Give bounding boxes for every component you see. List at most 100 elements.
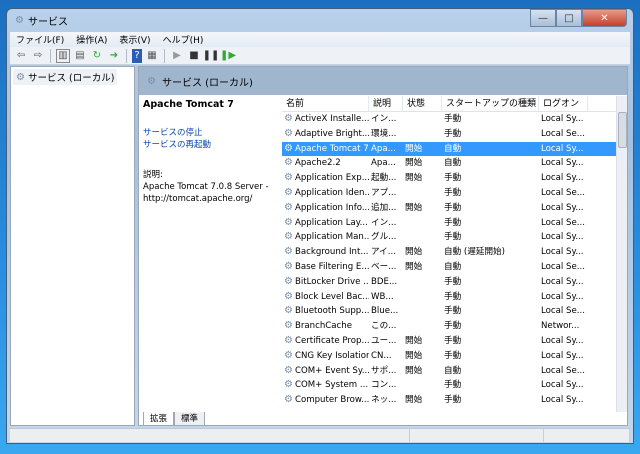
forward-icon[interactable]: ⇨ xyxy=(31,49,45,63)
table-row[interactable]: ⚙ BranchCache この... 手動 Networ... xyxy=(282,319,617,334)
table-row[interactable]: ⚙ Base Filtering E... ベー... 開始 自動 Local Se... xyxy=(282,260,617,275)
table-row[interactable]: ⚙ Background Int... アイ... 開始 自動 (遅延開始) Local … xyxy=(282,245,617,260)
restart-icon[interactable]: ❚▶ xyxy=(220,49,236,63)
tree-item-services-local[interactable]: ⚙ サービス (ローカル) xyxy=(13,69,118,85)
service-description: Apa... xyxy=(371,158,396,169)
column-status[interactable]: 状態 xyxy=(403,96,442,111)
table-row[interactable]: ⚙ Apache2.2 Apa... 開始 自動 Local Sy... xyxy=(282,156,617,171)
service-startup-type: 自動 xyxy=(444,143,462,154)
restart-service-link[interactable]: サービスの再起動 xyxy=(143,139,281,151)
stop-service-link[interactable]: サービスの停止 xyxy=(143,127,281,139)
service-logon: Networ... xyxy=(541,321,580,332)
table-row[interactable]: ⚙ Certificate Prop... ユー... 開始 手動 Local Sy... xyxy=(282,334,617,349)
service-startup-type: 手動 xyxy=(444,187,462,198)
service-description: サポ... xyxy=(371,365,397,376)
refresh-icon[interactable]: ↻ xyxy=(90,49,104,63)
stop-icon[interactable]: ■ xyxy=(187,49,201,63)
service-gear-icon: ⚙ xyxy=(284,275,293,287)
service-startup-type: 手動 xyxy=(444,291,462,302)
menu-help[interactable]: ヘルプ(H) xyxy=(163,33,204,46)
pane-header: ⚙ サービス (ローカル) xyxy=(139,67,627,95)
column-startup-type[interactable]: スタートアップの種類 xyxy=(442,96,539,111)
export-icon[interactable]: ➔ xyxy=(107,49,121,63)
service-status xyxy=(403,304,442,319)
service-logon: Local Sy... xyxy=(541,291,584,302)
vertical-scrollbar[interactable] xyxy=(616,96,627,412)
service-name: ⚙ Adaptive Bright... xyxy=(282,127,369,142)
service-status xyxy=(403,378,442,393)
menu-view[interactable]: 表示(V) xyxy=(119,33,150,46)
service-name-text: Application Exp... xyxy=(294,173,369,184)
service-status: 開始 xyxy=(405,395,423,406)
service-name: ⚙ Application Man... xyxy=(282,230,369,245)
table-row[interactable]: ⚙ Application Man... グル... 手動 Local Sy... xyxy=(282,230,617,245)
service-startup-type: 手動 xyxy=(444,395,462,406)
service-logon: Local Sy... xyxy=(541,276,584,287)
service-description: アプ... xyxy=(371,187,397,198)
show-hide-tree-icon[interactable]: ▥ xyxy=(56,48,70,63)
menu-bar: ファイル(F) 操作(A) 表示(V) ヘルプ(H) xyxy=(10,32,630,47)
menu-file[interactable]: ファイル(F) xyxy=(16,33,64,46)
status-bar xyxy=(10,428,630,442)
service-gear-icon: ⚙ xyxy=(284,246,293,258)
service-status: 開始 xyxy=(405,247,423,258)
table-row[interactable]: ⚙ Computer Brow... ネッ... 開始 手動 Local Sy... xyxy=(282,393,617,408)
service-name: ⚙ Apache Tomcat 7 xyxy=(282,142,369,157)
table-row[interactable]: ⚙ COM+ Event Sy... サポ... 開始 自動 Local Se... xyxy=(282,364,617,379)
minimize-button[interactable]: — xyxy=(530,9,556,27)
table-row[interactable]: ⚙ Application Iden... アプ... 手動 Local Se... xyxy=(282,186,617,201)
service-status: 開始 xyxy=(405,202,423,213)
service-name-text: COM+ System ... xyxy=(294,380,369,391)
service-description: 環境... xyxy=(371,128,397,139)
service-status xyxy=(403,186,442,201)
menu-action[interactable]: 操作(A) xyxy=(76,33,107,46)
console-icon[interactable]: ▦ xyxy=(145,49,159,63)
service-name-text: Application Iden... xyxy=(294,187,369,198)
service-name: ⚙ COM+ Event Sy... xyxy=(282,364,369,379)
column-logon[interactable]: ログオン xyxy=(539,96,588,111)
tab-standard[interactable]: 標準 xyxy=(174,412,206,426)
service-startup-type: 手動 xyxy=(444,232,462,243)
back-icon[interactable]: ⇦ xyxy=(14,49,28,63)
maximize-button[interactable]: □ xyxy=(556,9,582,27)
column-description[interactable]: 説明 xyxy=(369,96,403,111)
service-description: ネッ... xyxy=(371,395,397,406)
service-name: ⚙ COM+ System ... xyxy=(282,378,369,393)
scroll-thumb[interactable] xyxy=(618,112,627,148)
pause-icon[interactable]: ❚❚ xyxy=(203,49,220,63)
service-name: ⚙ Application Exp... xyxy=(282,171,369,186)
table-row[interactable]: ⚙ ActiveX Installe... イン... 手動 Local Sy... xyxy=(282,112,617,127)
table-row[interactable]: ⚙ Adaptive Bright... 環境... 手動 Local Se... xyxy=(282,127,617,142)
table-row[interactable]: ⚙ Bluetooth Supp... Blue... 手動 Local Se... xyxy=(282,304,617,319)
service-status xyxy=(403,319,442,334)
table-row[interactable]: ⚙ BitLocker Drive ... BDE... 手動 Local Sy... xyxy=(282,275,617,290)
properties-icon[interactable]: ▤ xyxy=(73,49,87,63)
table-row[interactable]: ⚙ Application Exp... 起動... 開始 手動 Local Sy... xyxy=(282,171,617,186)
service-name-text: Background Int... xyxy=(294,247,369,258)
table-row[interactable]: ⚙ Application Info... 追加... 開始 手動 Local Sy... xyxy=(282,201,617,216)
table-row[interactable]: ⚙ Application Lay... イン... 手動 Local Se... xyxy=(282,216,617,231)
service-description: Apa... xyxy=(371,143,396,154)
table-row[interactable]: ⚙ Apache Tomcat 7 Apa... 開始 自動 Local Sy... xyxy=(282,141,617,157)
close-button[interactable]: ✕ xyxy=(582,9,627,27)
service-status xyxy=(403,112,442,127)
service-description: 追加... xyxy=(371,202,397,213)
service-startup-type: 手動 xyxy=(444,321,462,332)
service-startup-type: 手動 xyxy=(444,335,462,346)
service-startup-type: 手動 xyxy=(444,350,462,361)
table-row[interactable]: ⚙ Block Level Bac... WB... 手動 Local Sy... xyxy=(282,290,617,305)
table-row[interactable]: ⚙ COM+ System ... コン... 手動 Local Sy... xyxy=(282,378,617,393)
view-tabs: 拡張 標準 xyxy=(143,412,206,426)
start-icon[interactable]: ▶ xyxy=(170,49,184,63)
tab-extended[interactable]: 拡張 xyxy=(143,412,175,426)
service-description: Blue... xyxy=(371,306,399,317)
service-gear-icon: ⚙ xyxy=(284,186,293,198)
column-name[interactable]: 名前 xyxy=(282,96,369,111)
help-icon[interactable]: ? xyxy=(132,48,142,63)
service-name: ⚙ BranchCache xyxy=(282,319,369,334)
service-name: ⚙ Application Info... xyxy=(282,201,369,216)
service-description: アイ... xyxy=(371,247,396,258)
table-row[interactable]: ⚙ CNG Key Isolation CN... 開始 手動 Local Sy... xyxy=(282,349,617,364)
service-description: CN... xyxy=(371,350,392,361)
service-logon: Local Sy... xyxy=(541,143,584,154)
